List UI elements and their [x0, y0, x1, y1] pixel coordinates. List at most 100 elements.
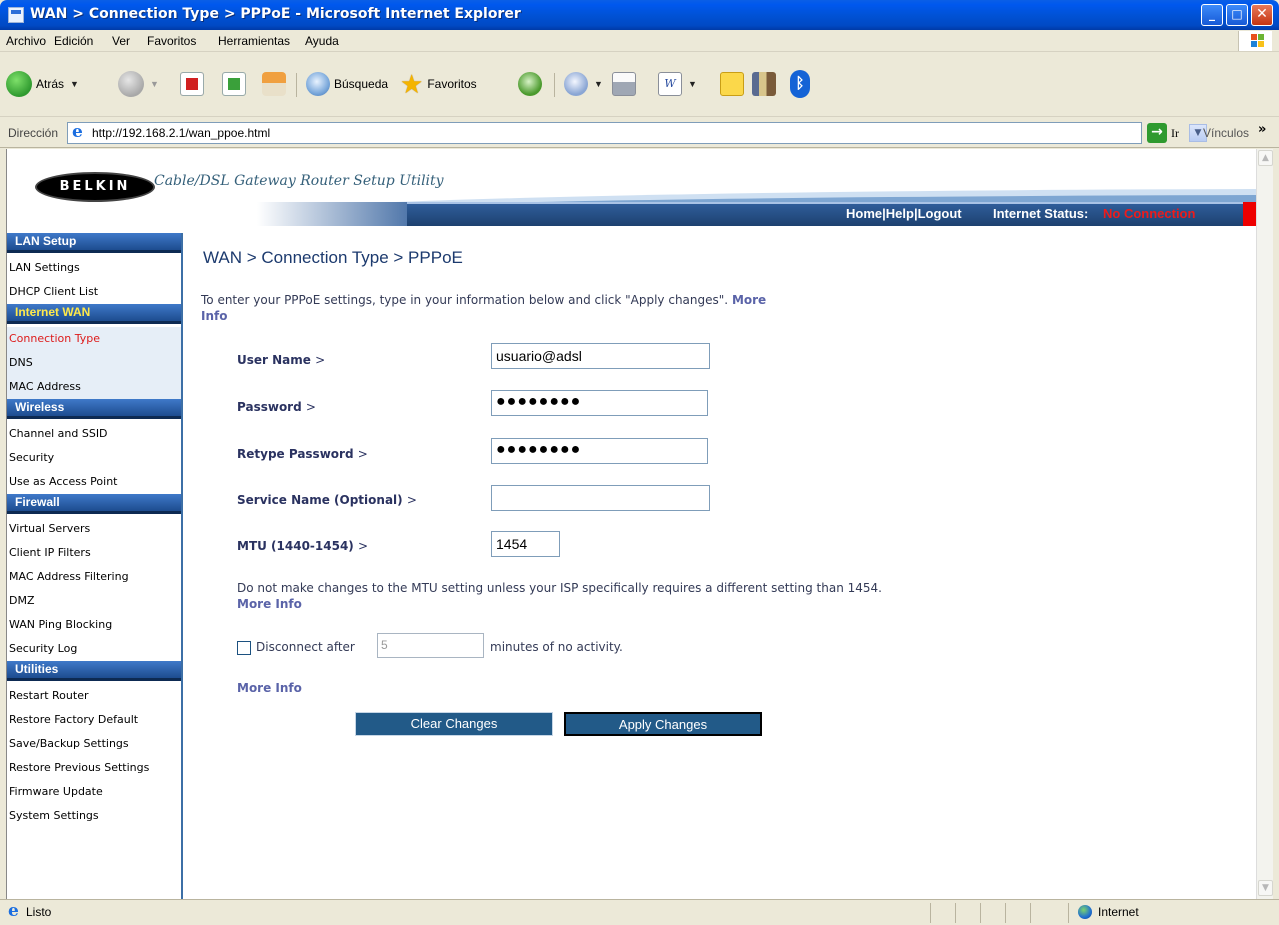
status-text: Listo [26, 905, 52, 919]
header-bar-end [1243, 202, 1256, 226]
sidebar-item-access-point[interactable]: Use as Access Point [7, 470, 181, 494]
home-button[interactable] [262, 69, 286, 99]
sidebar-item-client-ip-filters[interactable]: Client IP Filters [7, 541, 181, 565]
clear-changes-button[interactable]: Clear Changes [355, 712, 553, 736]
sidebar-item-wan-ping-blocking[interactable]: WAN Ping Blocking [7, 613, 181, 637]
vertical-scrollbar[interactable]: ▲ ▼ [1256, 149, 1273, 899]
sidebar-item-mac-filtering[interactable]: MAC Address Filtering [7, 565, 181, 589]
sidebar-item-security[interactable]: Security [7, 446, 181, 470]
intro-body: To enter your PPPoE settings, type in yo… [201, 293, 729, 307]
sidebar-section-firewall[interactable]: Firewall [7, 494, 181, 514]
menu-archivo[interactable]: Archivo [6, 34, 46, 48]
sidebar-item-system-settings[interactable]: System Settings [7, 804, 181, 828]
home-icon [262, 72, 286, 96]
edit-word-button[interactable]: W ▼ [658, 69, 697, 99]
search-icon [306, 72, 330, 96]
scroll-down-icon[interactable]: ▼ [1258, 880, 1273, 896]
title-bar: WAN > Connection Type > PPPoE - Microsof… [0, 0, 1279, 30]
sidebar-item-virtual-servers[interactable]: Virtual Servers [7, 517, 181, 541]
forward-dropdown-icon[interactable]: ▼ [150, 79, 159, 89]
username-input[interactable]: usuario@adsl [491, 343, 710, 369]
mtu-input[interactable]: 1454 [491, 531, 560, 557]
sidebar-item-security-log[interactable]: Security Log [7, 637, 181, 661]
sidebar-item-lan-settings[interactable]: LAN Settings [7, 256, 181, 280]
home-link[interactable]: Home [846, 206, 882, 221]
forward-button[interactable]: ▼ [118, 69, 159, 99]
more-info-link[interactable]: More [732, 293, 766, 307]
more-info-link-cont[interactable]: Info [201, 309, 227, 323]
router-header: BELKIN Cable/DSL Gateway Router Setup Ut… [7, 149, 1256, 229]
retype-password-label-text: Retype Password [237, 447, 354, 461]
sidebar-item-save-backup[interactable]: Save/Backup Settings [7, 732, 181, 756]
bluetooth-button[interactable]: ᛒ [790, 69, 810, 99]
search-button[interactable]: Búsqueda [306, 69, 388, 99]
apply-changes-button[interactable]: Apply Changes [564, 712, 762, 736]
refresh-button[interactable] [222, 69, 246, 99]
address-input[interactable]: http://192.168.2.1/wan_ppoe.html ▼ [67, 122, 1207, 144]
help-link[interactable]: Help [886, 206, 914, 221]
page-status-icon [6, 901, 22, 921]
sidebar-section-internet-wan[interactable]: Internet WAN [7, 304, 181, 324]
research-books-icon [752, 72, 776, 96]
more-info-link-bottom[interactable]: More Info [237, 681, 302, 695]
browser-window: WAN > Connection Type > PPPoE - Microsof… [0, 0, 1279, 925]
sidebar-item-connection-type[interactable]: Connection Type [7, 327, 181, 351]
password-label: Password > [237, 400, 316, 414]
scroll-up-icon[interactable]: ▲ [1258, 150, 1273, 166]
edit-dropdown-icon[interactable]: ▼ [688, 79, 697, 89]
research-button[interactable] [752, 69, 776, 99]
sidebar-item-restart-router[interactable]: Restart Router [7, 684, 181, 708]
sidebar-item-mac-address[interactable]: MAC Address [7, 375, 181, 399]
mail-dropdown-icon[interactable]: ▼ [594, 79, 603, 89]
disconnect-minutes-input[interactable]: 5 [377, 633, 484, 658]
links-label[interactable]: Vínculos [1203, 126, 1249, 140]
status-divider [1068, 903, 1069, 923]
stop-icon [180, 72, 204, 96]
menu-herramientas[interactable]: Herramientas [218, 34, 290, 48]
sidebar-section-wireless[interactable]: Wireless [7, 399, 181, 419]
mail-button[interactable]: ▼ [564, 69, 603, 99]
go-button-label[interactable]: Ir [1171, 126, 1179, 141]
sidebar-item-dns[interactable]: DNS [7, 351, 181, 375]
sidebar-section-utilities[interactable]: Utilities [7, 661, 181, 681]
minimize-button[interactable]: _ [1201, 4, 1223, 26]
sidebar-section-lan-setup[interactable]: LAN Setup [7, 233, 181, 253]
go-arrow-icon[interactable]: → [1147, 123, 1167, 143]
username-label-text: User Name [237, 353, 311, 367]
sidebar-item-restore-factory[interactable]: Restore Factory Default [7, 708, 181, 732]
back-button[interactable]: Atrás ▼ [6, 69, 79, 99]
stop-button[interactable] [180, 69, 204, 99]
sidebar-item-dhcp-client-list[interactable]: DHCP Client List [7, 280, 181, 304]
sidebar-item-dmz[interactable]: DMZ [7, 589, 181, 613]
disconnect-checkbox[interactable] [237, 641, 251, 655]
service-name-input[interactable] [491, 485, 710, 511]
menu-edicion[interactable]: Edición [54, 34, 93, 48]
sidebar-item-restore-previous[interactable]: Restore Previous Settings [7, 756, 181, 780]
menu-ver[interactable]: Ver [112, 34, 130, 48]
discuss-button[interactable] [720, 69, 744, 99]
back-dropdown-icon[interactable]: ▼ [70, 79, 79, 89]
logout-link[interactable]: Logout [918, 206, 962, 221]
favorites-button[interactable]: ★ Favoritos [400, 69, 477, 99]
status-divider [955, 903, 956, 923]
zone-text: Internet [1098, 905, 1139, 919]
print-button[interactable] [612, 69, 636, 99]
windows-logo-icon [1238, 31, 1272, 51]
password-input[interactable]: ●●●●●●●● [491, 390, 708, 416]
sidebar-item-firmware-update[interactable]: Firmware Update [7, 780, 181, 804]
retype-password-input[interactable]: ●●●●●●●● [491, 438, 708, 464]
window-title: WAN > Connection Type > PPPoE - Microsof… [30, 6, 521, 22]
links-chevron-icon[interactable]: » [1258, 122, 1266, 137]
close-button[interactable]: ✕ [1251, 4, 1273, 26]
mtu-more-info-link[interactable]: More Info [237, 597, 302, 611]
sidebar-item-channel-ssid[interactable]: Channel and SSID [7, 422, 181, 446]
service-name-label-gt: > [406, 493, 417, 507]
menu-ayuda[interactable]: Ayuda [305, 34, 339, 48]
menu-favoritos[interactable]: Favoritos [147, 34, 196, 48]
mtu-note-text: Do not make changes to the MTU setting u… [237, 581, 882, 595]
maximize-button[interactable]: □ [1226, 4, 1248, 26]
history-button[interactable] [518, 69, 542, 99]
retype-password-label-gt: > [357, 447, 368, 461]
status-bar: Listo Internet [0, 899, 1279, 925]
status-divider [1030, 903, 1031, 923]
